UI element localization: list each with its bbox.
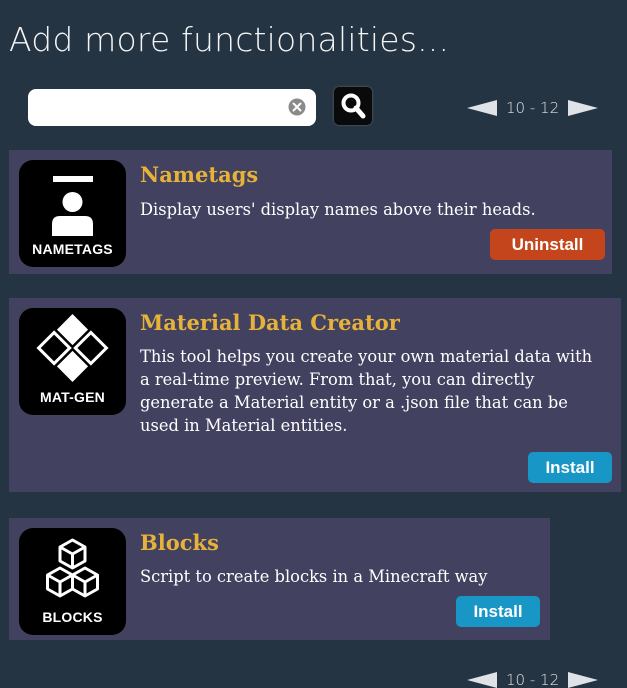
prev-page-arrow-icon[interactable] xyxy=(467,100,497,116)
plugin-name: Nametags xyxy=(140,162,259,187)
magnifier-icon xyxy=(341,93,366,119)
plugin-description: Display users' display names above their… xyxy=(140,200,536,219)
page-range: 10 - 12 xyxy=(506,671,560,688)
plugin-description: This tool helps you create your own mate… xyxy=(140,347,593,435)
plugin-name: Material Data Creator xyxy=(140,310,400,335)
plugin-card-nametags: NAMETAGS Nametags Display users' display… xyxy=(9,150,612,274)
search-box xyxy=(28,89,316,126)
search-button[interactable] xyxy=(334,87,372,125)
marketplace-page: Add more functionalities... 10 - 12 NAME… xyxy=(0,0,627,688)
icon-caption: MAT-GEN xyxy=(40,389,105,405)
pager-top: 10 - 12 xyxy=(467,96,599,120)
nametags-app-icon: NAMETAGS xyxy=(19,160,126,267)
uninstall-button[interactable]: Uninstall xyxy=(490,229,605,260)
pager-bottom: 10 - 12 xyxy=(467,668,599,688)
plugin-description: Script to create blocks in a Minecraft w… xyxy=(140,567,488,586)
icon-caption: NAMETAGS xyxy=(32,241,113,257)
plugin-card-material-data-creator: MAT-GEN Material Data Creator This tool … xyxy=(9,298,621,492)
install-button[interactable]: Install xyxy=(456,596,540,627)
search-input[interactable] xyxy=(38,93,278,122)
plugin-card-blocks: BLOCKS Blocks Script to create blocks in… xyxy=(9,518,550,640)
icon-caption: BLOCKS xyxy=(42,609,103,625)
clear-circle-icon[interactable] xyxy=(288,98,306,116)
install-button[interactable]: Install xyxy=(528,452,612,483)
matgen-app-icon: MAT-GEN xyxy=(19,308,126,415)
page-title: Add more functionalities... xyxy=(9,20,450,59)
page-range: 10 - 12 xyxy=(506,99,560,117)
prev-page-arrow-icon[interactable] xyxy=(467,672,497,688)
next-page-arrow-icon[interactable] xyxy=(568,672,599,688)
plugin-name: Blocks xyxy=(140,530,219,555)
next-page-arrow-icon[interactable] xyxy=(568,100,599,116)
blocks-app-icon: BLOCKS xyxy=(19,528,126,635)
